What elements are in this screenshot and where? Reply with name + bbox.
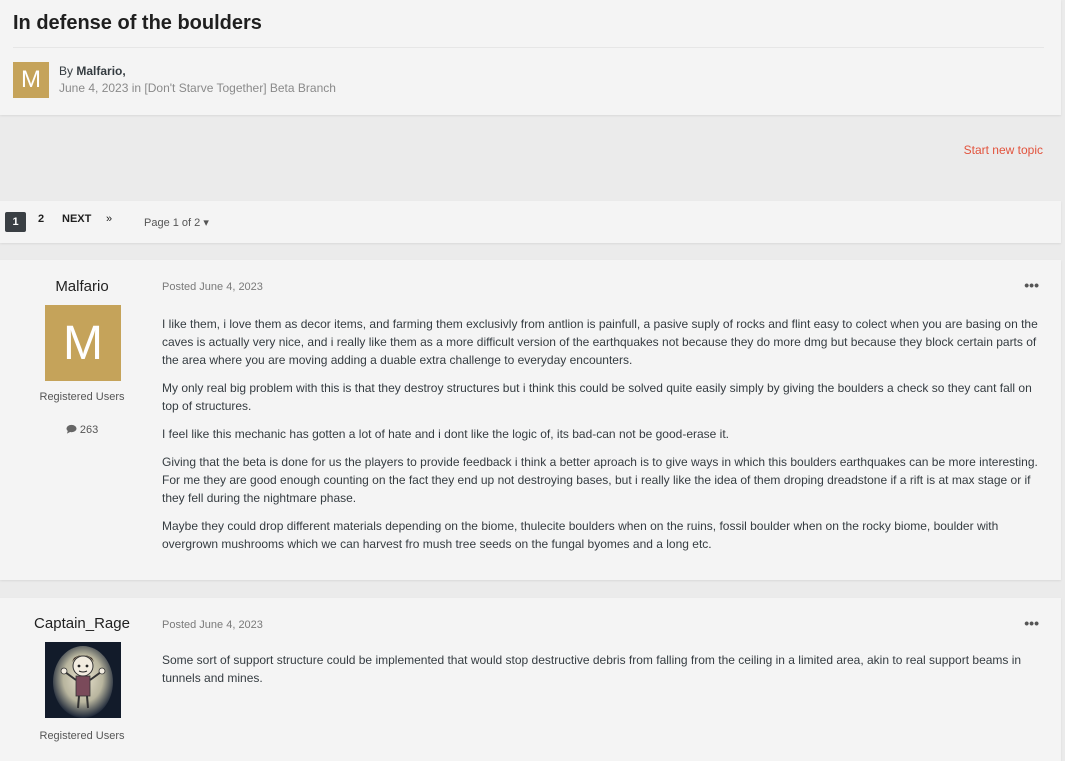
topic-meta: June 4, 2023 in [Don't Starve Together] … (59, 81, 336, 95)
post: Captain_Rage Registered Users Posted Jun… (0, 598, 1061, 761)
avatar[interactable]: M (13, 62, 49, 98)
avatar-illustration (45, 642, 121, 718)
post-paragraph: My only real big problem with this is th… (162, 381, 1032, 413)
post-author-name[interactable]: Malfario (0, 278, 164, 295)
byline: By Malfario, (59, 64, 126, 78)
last-page-icon[interactable]: » (106, 213, 112, 225)
post-paragraph: Giving that the beta is done for us the … (162, 455, 1038, 505)
post-content: I like them, i love them as decor items,… (162, 315, 1047, 563)
start-new-topic-link[interactable]: Start new topic (964, 143, 1043, 157)
post-paragraph: I like them, i love them as decor items,… (162, 317, 1038, 367)
topic-header: In defense of the boulders M By Malfario… (0, 0, 1061, 115)
post-options-icon[interactable]: ••• (1024, 615, 1039, 631)
post-content: Some sort of support structure could be … (162, 651, 1047, 697)
page-1-button[interactable]: 1 (5, 212, 26, 232)
author-group: Registered Users (39, 391, 125, 403)
post-count: 263 (0, 424, 164, 436)
post-author-name[interactable]: Captain_Rage (0, 615, 164, 632)
post-paragraph: I feel like this mechanic has gotten a l… (162, 427, 730, 441)
page-jump-dropdown[interactable]: Page 1 of 2 ▾ (144, 216, 209, 229)
post: Malfario M Registered Users 263 Posted J… (0, 260, 1061, 580)
comment-icon (66, 424, 77, 434)
topic-title: In defense of the boulders (13, 12, 262, 34)
avatar[interactable]: M (45, 305, 121, 381)
page-2-button[interactable]: 2 (38, 213, 44, 225)
avatar[interactable] (45, 642, 121, 718)
post-paragraph: Maybe they could drop different material… (162, 519, 999, 551)
post-date[interactable]: Posted June 4, 2023 (162, 281, 263, 293)
byline-author-link[interactable]: Malfario, (76, 64, 125, 78)
author-group: Registered Users (39, 730, 125, 742)
byline-prefix: By (59, 64, 74, 78)
post-options-icon[interactable]: ••• (1024, 277, 1039, 293)
next-page-button[interactable]: NEXT (62, 213, 91, 225)
divider (13, 47, 1044, 48)
post-paragraph: Some sort of support structure could be … (162, 653, 1022, 685)
post-count-value: 263 (79, 424, 99, 436)
post-date[interactable]: Posted June 4, 2023 (162, 619, 263, 631)
